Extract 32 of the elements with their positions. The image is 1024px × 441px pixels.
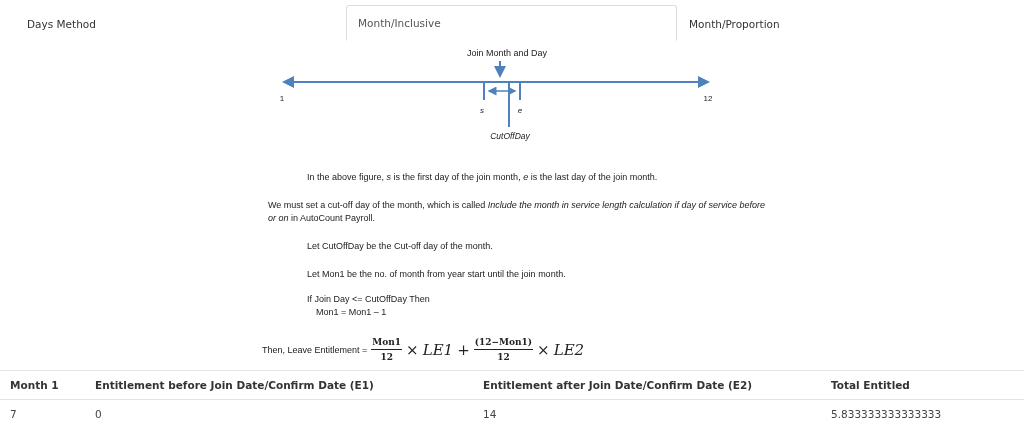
column-header: Entitlement after Join Date/Confirm Date (E2) [473,371,821,400]
column-header: Entitlement before Join Date/Confirm Date (E1) [85,371,473,400]
tab[interactable]: Month/Inclusive [346,5,677,41]
times-sign: × [406,340,419,359]
diagram-label: s [480,106,484,115]
cutoff-line [508,81,510,128]
table-cell-text: 14 [482,407,498,422]
table-cell-text: 7 [9,407,18,422]
axis-label: 12 [703,94,713,103]
column-header: Month 1 [0,371,85,400]
code-line: If Join Day <= CutOffDay Then [307,294,430,304]
times-sign: × [537,340,550,359]
axis-label: 1 [279,94,285,103]
paragraph: Let CutOffDay be the Cut-off day of the month. [307,240,494,253]
paragraph: Let Mon1 be the no. of month from year start until the join month. [307,268,567,281]
code-line: Mon1 = Mon1 – 1 [316,307,387,317]
diagram-label: CutOffDay [490,131,530,141]
column-header: Total Entitled [821,371,1024,400]
fraction: Mon1 12 [371,337,403,362]
paragraph: We must set a cut-off day of the month, which is called Include the month in service length calculation if day of service before or on in AutoCount Payroll. [268,199,766,225]
formula-label: Then, Leave Entitlement = [262,344,368,355]
diagram-label: e [517,106,523,115]
diagram-label: Join Month and Day [467,48,547,58]
formula-variable: LE2 [553,340,585,359]
fraction: (12−Mon1) 12 [473,337,534,362]
paragraph: In the above figure, s is the first day of the join month, e is the last day of the join month. [307,171,659,184]
range-bracket-drawing [483,81,521,101]
down-arrow [494,60,506,78]
table-cell-text: 0 [94,407,103,422]
formula-variable: LE1 [422,340,454,359]
plus-sign: + [457,340,470,359]
table-cell-text: 5.833333333333333 [830,407,943,422]
